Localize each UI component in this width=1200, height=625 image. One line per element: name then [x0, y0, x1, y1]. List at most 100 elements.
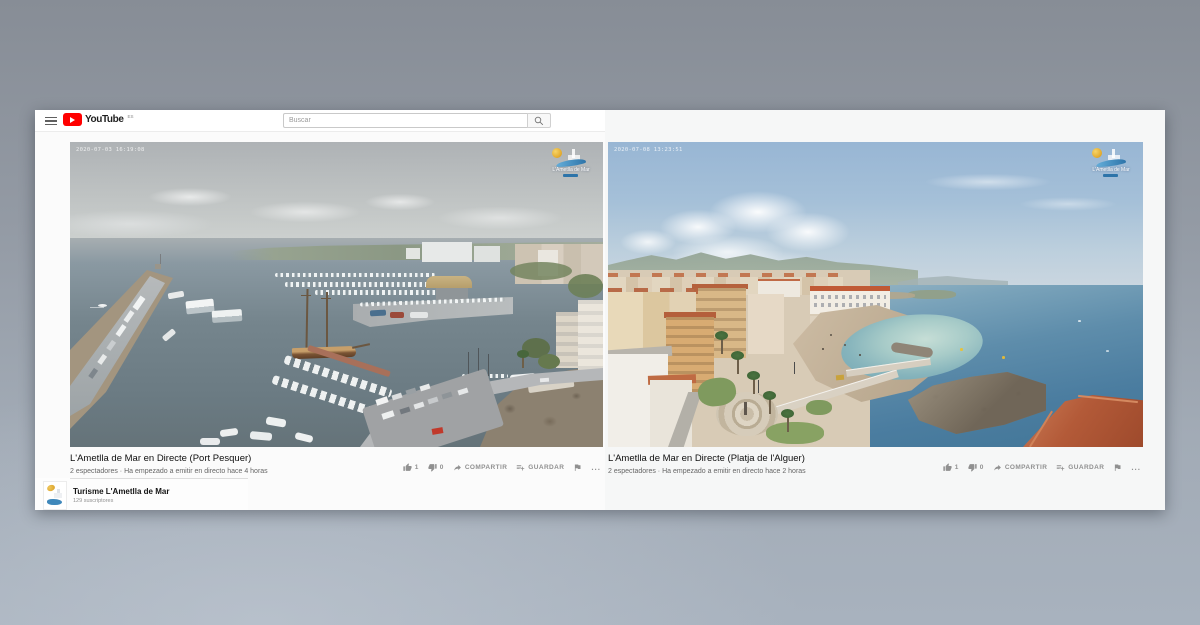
palm-trunk: [753, 378, 755, 394]
thumbs-down-icon: [968, 463, 977, 472]
headland: [908, 290, 956, 299]
sun-icon: [552, 148, 562, 158]
like-count: 1: [415, 464, 419, 471]
sea-sparkle: [1078, 320, 1081, 322]
search-input[interactable]: [283, 113, 527, 128]
save-button[interactable]: GUARDAR: [516, 463, 564, 472]
video-actions: 1 0 COMPARTIR GUARDAR ...: [403, 463, 601, 472]
palm-crown: [517, 350, 529, 358]
boat-wake: [90, 307, 104, 308]
schooner-mast: [326, 292, 328, 349]
thumbs-down-icon: [428, 463, 437, 472]
share-button[interactable]: COMPARTIR: [993, 463, 1047, 472]
video-info-platja-alguer: L'Ametlla de Mar en Directe (Platja de l…: [608, 453, 1143, 477]
save-label: GUARDAR: [1068, 464, 1104, 471]
video-actions: 1 0 COMPARTIR GUARDAR ...: [943, 463, 1141, 472]
channel-name[interactable]: Turisme L'Ametlla de Mar: [73, 487, 169, 496]
watermark-banner: [563, 174, 578, 177]
fishing-boat: [390, 312, 404, 318]
church-body-icon: [54, 493, 62, 498]
buoy: [1002, 356, 1005, 359]
dislike-button[interactable]: 0: [968, 463, 984, 472]
beach-person-dot: [822, 348, 824, 350]
clouds: [70, 142, 603, 242]
lawn: [806, 400, 832, 415]
beach-person-dot: [830, 334, 832, 336]
beach-person-dot: [844, 344, 846, 346]
boat-wave-icon: [47, 499, 62, 505]
palm-trunk: [737, 358, 739, 374]
hotel-block: [474, 246, 500, 262]
dislike-count: 0: [440, 464, 444, 471]
camera-timestamp: 2020-07-08 13:23:51: [614, 147, 683, 153]
share-button[interactable]: COMPARTIR: [453, 463, 507, 472]
palm-crown: [763, 391, 776, 400]
thumbs-up-icon: [403, 463, 412, 472]
report-button[interactable]: [1113, 463, 1122, 472]
menu-icon[interactable]: [45, 117, 57, 125]
watermark-banner: [1103, 174, 1118, 177]
building: [748, 294, 784, 354]
palm-trunk: [787, 416, 789, 432]
warehouse-curved-roof: [426, 276, 472, 288]
window-band: [814, 295, 886, 299]
playlist-add-icon: [516, 463, 525, 472]
plaza-monument: [744, 402, 747, 415]
youtube-logo[interactable]: YouTube ES: [63, 113, 134, 126]
palm-crown: [715, 331, 728, 340]
save-button[interactable]: GUARDAR: [1056, 463, 1104, 472]
palm-crown: [747, 371, 760, 380]
video-player-port-pesquer[interactable]: 2020-07-03 16:19:08 L'Ametlla de Mar: [70, 142, 603, 447]
more-button[interactable]: ...: [591, 463, 601, 472]
hotel-block: [406, 248, 420, 259]
watermark-text: L'Ametlla de Mar: [1086, 167, 1136, 173]
channel-avatar[interactable]: [43, 481, 67, 510]
more-button[interactable]: ...: [1131, 463, 1141, 472]
flag-icon: [1113, 463, 1122, 472]
car: [540, 378, 549, 383]
palm-crown: [781, 409, 794, 418]
beach-tractor: [836, 375, 844, 381]
flag-icon: [573, 463, 582, 472]
fishing-boat: [370, 310, 386, 317]
like-count: 1: [955, 464, 959, 471]
like-button[interactable]: 1: [403, 463, 419, 472]
share-label: COMPARTIR: [1005, 464, 1047, 471]
sun-icon: [1092, 148, 1102, 158]
youtube-header: YouTube ES: [35, 110, 605, 132]
streetlamp: [794, 362, 795, 374]
schooner-yard: [321, 298, 331, 299]
thumbs-up-icon: [943, 463, 952, 472]
palm-trunk: [769, 398, 771, 414]
sun-icon: [46, 484, 56, 492]
info-divider: [70, 478, 248, 479]
buoy: [960, 348, 963, 351]
schooner-yard: [301, 295, 311, 296]
fishing-boat: [410, 312, 428, 318]
streetlamp: [758, 380, 759, 393]
video-player-platja-alguer[interactable]: 2020-07-08 13:23:51 L'Ametlla de Mar: [608, 142, 1143, 447]
vegetation: [568, 274, 603, 298]
youtube-wordmark: YouTube: [85, 114, 124, 125]
like-button[interactable]: 1: [943, 463, 959, 472]
palm-crown: [731, 351, 744, 360]
small-boat: [98, 304, 107, 307]
youtube-play-icon: [63, 113, 82, 126]
search-button[interactable]: [527, 113, 551, 128]
report-button[interactable]: [573, 463, 582, 472]
dislike-count: 0: [980, 464, 984, 471]
video-info-port-pesquer: L'Ametlla de Mar en Directe (Port Pesque…: [70, 453, 603, 477]
marina-boat-row: [275, 273, 435, 277]
sailboat-mast: [488, 354, 489, 376]
channel-subscribers: 129 suscriptores: [73, 498, 113, 504]
sea-sparkle: [1106, 350, 1109, 352]
search-icon: [534, 116, 544, 126]
vegetation: [510, 262, 572, 280]
dislike-button[interactable]: 0: [428, 463, 444, 472]
browser-window: YouTube ES: [35, 110, 1165, 510]
lawn: [766, 422, 824, 444]
region-label: ES: [128, 114, 134, 119]
palm-trunk: [721, 338, 723, 354]
share-icon: [453, 463, 462, 472]
camera-timestamp: 2020-07-03 16:19:08: [76, 147, 145, 153]
